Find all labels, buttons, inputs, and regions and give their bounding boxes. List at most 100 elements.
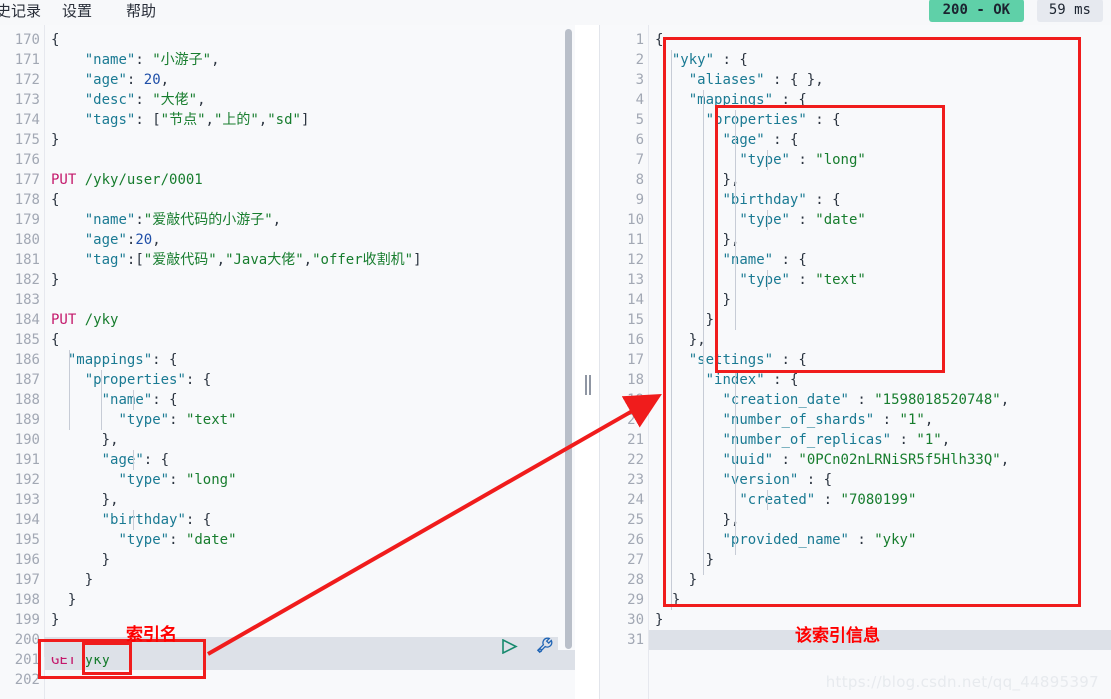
line-number: 7: [635, 152, 644, 168]
menu-item-settings[interactable]: 设置: [62, 1, 92, 22]
code-line[interactable]: "number_of_shards" : "1",: [649, 410, 1111, 430]
code-line[interactable]: },: [649, 170, 1111, 190]
code-line[interactable]: "aliases" : { },: [649, 70, 1111, 90]
code-line[interactable]: "birthday": {: [45, 510, 575, 530]
annotation-label-index-info: 该索引信息: [795, 626, 880, 646]
code-line[interactable]: "created" : "7080199": [649, 490, 1111, 510]
code-line[interactable]: },: [649, 330, 1111, 350]
code-line[interactable]: },: [45, 430, 575, 450]
line-number: 174: [14, 112, 40, 128]
indent-guide: [703, 90, 704, 350]
code-line[interactable]: "properties": {: [45, 370, 575, 390]
code-line[interactable]: "desc": "大佬",: [45, 90, 575, 110]
line-number: 20: [627, 412, 644, 428]
line-number: 26: [627, 532, 644, 548]
code-line[interactable]: "creation_date" : "1598018520748",: [649, 390, 1111, 410]
response-viewer-pane[interactable]: 1▾2▾ 3 4▾5▾6▾ 7 8▴9▾ 10 11▴12▾ 13 14▴15▴16▴17▾18…: [600, 25, 1111, 699]
code-line[interactable]: {: [649, 30, 1111, 50]
indent-guide: [671, 50, 672, 610]
code-line[interactable]: {: [45, 30, 575, 50]
code-line[interactable]: PUT /yky: [45, 310, 575, 330]
code-line[interactable]: {: [45, 330, 575, 350]
line-number: 8▴: [600, 170, 658, 190]
code-line[interactable]: "mappings" : {: [649, 90, 1111, 110]
code-line[interactable]: "index" : {: [649, 370, 1111, 390]
line-number: 175▴: [0, 130, 54, 150]
code-line[interactable]: "age": 20,: [45, 70, 575, 90]
request-editor-pane[interactable]: 170▾ 171 172 173 174 175▴ 176 177 178▾ 179 180 181 1…: [0, 25, 575, 699]
code-line[interactable]: "age" : {: [649, 130, 1111, 150]
line-number: 171: [14, 52, 40, 68]
code-line[interactable]: }: [649, 610, 1111, 630]
code-line[interactable]: "type" : "date": [649, 210, 1111, 230]
code-line[interactable]: "version" : {: [649, 470, 1111, 490]
indent-guide: [101, 370, 102, 430]
line-number: 6▾: [600, 130, 658, 150]
line-number: 185▾: [0, 330, 54, 350]
code-line[interactable]: "name": {: [45, 390, 575, 410]
code-line[interactable]: "number_of_replicas" : "1",: [649, 430, 1111, 450]
code-line[interactable]: "tags": ["节点","上的","sd"]: [45, 110, 575, 130]
line-number: 182▴: [0, 270, 54, 290]
line-number: 1▾: [600, 30, 658, 50]
code-line[interactable]: }: [649, 590, 1111, 610]
code-line[interactable]: "provided_name" : "yky": [649, 530, 1111, 550]
code-line[interactable]: "tag":["爱敲代码","Java大佬","offer收割机"]: [45, 250, 575, 270]
code-line[interactable]: "uuid" : "0PCn02nLRNiSR5f5Hlh33Q",: [649, 450, 1111, 470]
code-line[interactable]: "type": "long": [45, 470, 575, 490]
code-line[interactable]: "name":"爱敲代码的小游子",: [45, 210, 575, 230]
line-number: 197▴: [0, 570, 54, 590]
splitter-grip-icon[interactable]: [585, 375, 591, 395]
line-number: 27▴: [600, 550, 657, 570]
code-line[interactable]: }: [649, 570, 1111, 590]
right-code-area[interactable]: { "yky" : { "aliases" : { }, "mappings" …: [648, 25, 1111, 699]
line-number: 195: [14, 532, 40, 548]
line-number: 172: [14, 72, 40, 88]
code-line[interactable]: }: [45, 590, 575, 610]
code-line[interactable]: },: [649, 230, 1111, 250]
left-code-area[interactable]: { "name": "小游子", "age": 20, "desc": "大佬"…: [44, 25, 575, 699]
pane-splitter[interactable]: [575, 25, 600, 699]
left-scrollbar-thumb[interactable]: [565, 29, 572, 649]
code-line[interactable]: "properties" : {: [649, 110, 1111, 130]
code-line[interactable]: },: [45, 490, 575, 510]
line-number: 15▴: [600, 310, 657, 330]
menu-item-help[interactable]: 帮助: [126, 1, 156, 22]
code-line[interactable]: "type" : "long": [649, 150, 1111, 170]
line-number: 9▾: [600, 190, 658, 210]
indent-guide: [703, 350, 704, 575]
code-line[interactable]: },: [649, 510, 1111, 530]
code-line[interactable]: }: [649, 290, 1111, 310]
code-line[interactable]: PUT /yky/user/0001: [45, 170, 575, 190]
code-line[interactable]: "mappings": {: [45, 350, 575, 370]
code-line[interactable]: "birthday" : {: [649, 190, 1111, 210]
code-line[interactable]: "type": "text": [45, 410, 575, 430]
code-line[interactable]: "name" : {: [649, 250, 1111, 270]
code-line[interactable]: "yky" : {: [649, 50, 1111, 70]
menu-item-history[interactable]: 史记录: [0, 1, 41, 22]
code-line[interactable]: "age": {: [45, 450, 575, 470]
line-number: 28▴: [600, 570, 657, 590]
code-line[interactable]: "name": "小游子",: [45, 50, 575, 70]
code-line[interactable]: }: [649, 550, 1111, 570]
code-line[interactable]: "settings" : {: [649, 350, 1111, 370]
code-line[interactable]: }: [45, 610, 575, 630]
code-line[interactable]: [45, 150, 575, 170]
code-line[interactable]: "type" : "text": [649, 270, 1111, 290]
code-line[interactable]: [45, 670, 575, 690]
code-line[interactable]: }: [45, 550, 575, 570]
code-line[interactable]: }: [45, 570, 575, 590]
code-line[interactable]: [45, 290, 575, 310]
code-line[interactable]: }: [45, 270, 575, 290]
code-line[interactable]: "type": "date": [45, 530, 575, 550]
wrench-icon[interactable]: [536, 637, 555, 660]
code-line[interactable]: [649, 630, 1111, 650]
code-line[interactable]: }: [45, 130, 575, 150]
response-time-badge: 59 ms: [1036, 0, 1103, 22]
line-number: 180: [14, 232, 40, 248]
code-line[interactable]: {: [45, 190, 575, 210]
play-icon[interactable]: [501, 638, 518, 660]
code-line[interactable]: }: [649, 310, 1111, 330]
code-line[interactable]: "age":20,: [45, 230, 575, 250]
line-number: 198▴: [0, 590, 54, 610]
